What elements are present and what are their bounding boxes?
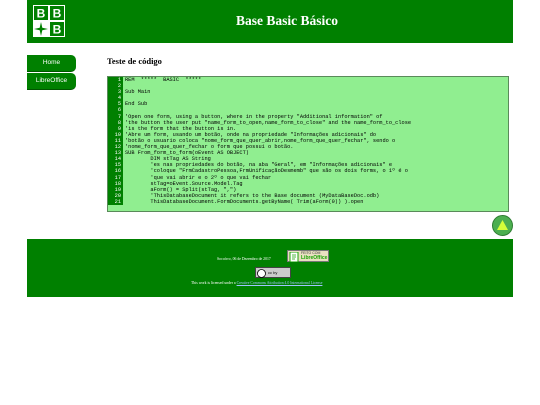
code-block[interactable]: 1 REM ***** BASIC ***** 2 3 Sub Main 4 5 End Su…	[107, 76, 509, 212]
main-content: Teste de código 1 REM ***** BASIC ***** 2 3…	[107, 56, 513, 212]
site-title: Base Basic Básico	[235, 13, 338, 28]
site-footer: Soccórro, 06 de Dezembro de 2017 FEITO C…	[27, 239, 513, 297]
code-line: 21 ThisDatabaseDocument.FormDocuments.ge…	[108, 198, 508, 205]
code-text: REM ***** BASIC *****	[125, 77, 202, 83]
nav-item-libreoffice[interactable]: LibreOffice	[27, 73, 76, 90]
code-text: ThisDatabaseDocument.FormDocuments.getBy…	[125, 198, 364, 205]
page-heading: Teste de código	[107, 56, 162, 66]
nav-item-home[interactable]: Home	[27, 55, 76, 72]
license-prefix: This work is licensed under a	[191, 281, 236, 285]
site-header: B B B Base Basic Básico	[27, 0, 513, 43]
license-link[interactable]: Creative Commons Attribution 4.0 Interna…	[237, 281, 323, 285]
code-text: Sub Main	[125, 89, 151, 96]
creative-commons-badge[interactable]: cc by	[255, 267, 291, 278]
footer-date: Soccórro, 06 de Dezembro de 2017	[217, 257, 271, 261]
license-notice: This work is licensed under a Creative C…	[191, 281, 322, 285]
libreoffice-doc-icon	[289, 252, 299, 262]
back-to-top-button[interactable]	[492, 215, 513, 236]
cc-label: cc by	[268, 270, 278, 275]
sidebar-nav: Home LibreOffice	[27, 55, 76, 91]
line-number: 21	[108, 198, 123, 205]
arrow-up-icon	[497, 220, 508, 230]
made-with-libreoffice-badge[interactable]: FEITO COM LibreOffice	[287, 250, 329, 262]
code-text: End Sub	[125, 101, 148, 108]
badge-bottom-text: LibreOffice	[301, 255, 328, 261]
cc-icon	[257, 268, 266, 278]
